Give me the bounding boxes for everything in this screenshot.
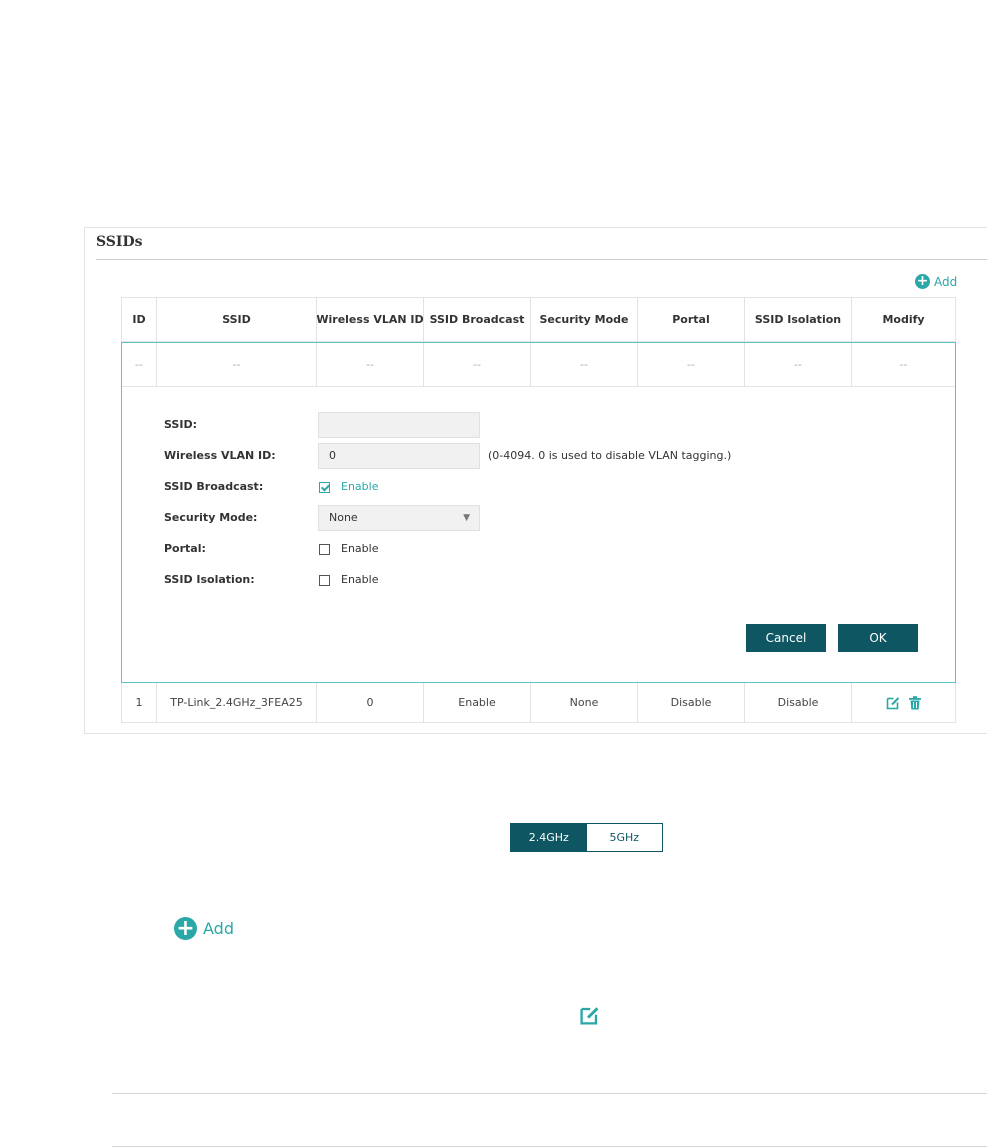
cell-broadcast: Enable <box>424 683 531 723</box>
col-modify: Modify <box>852 297 956 342</box>
broadcast-option: Enable <box>341 480 379 493</box>
cell-placeholder: -- <box>157 342 317 387</box>
ssid-label: SSID: <box>164 418 197 431</box>
add-ssid-button[interactable]: + Add <box>915 274 957 289</box>
broadcast-label: SSID Broadcast: <box>164 480 264 493</box>
cancel-button[interactable]: Cancel <box>746 624 826 652</box>
caret-down-icon: ▼ <box>463 513 470 523</box>
ssid-input[interactable] <box>318 412 480 438</box>
broadcast-checkbox[interactable] <box>319 482 330 493</box>
tab-5ghz[interactable]: 5GHz <box>586 824 662 851</box>
title-divider <box>96 259 987 260</box>
isolation-checkbox[interactable] <box>319 575 330 586</box>
col-vlan: Wireless VLAN ID <box>317 297 424 342</box>
cell-placeholder: -- <box>852 342 956 387</box>
cell-placeholder: -- <box>121 342 157 387</box>
edit-icon[interactable] <box>885 695 901 711</box>
table-row: 1 TP-Link_2.4GHz_3FEA25 0 Enable None Di… <box>121 683 956 723</box>
cell-portal: Disable <box>638 683 745 723</box>
security-mode-label: Security Mode: <box>164 511 258 524</box>
cell-modify <box>852 683 956 723</box>
plus-circle-icon: + <box>174 917 197 940</box>
portal-label: Portal: <box>164 542 206 555</box>
divider <box>112 1093 987 1094</box>
cell-id: 1 <box>121 683 157 723</box>
add-button[interactable]: + Add <box>174 917 234 940</box>
divider <box>112 1146 987 1147</box>
ssid-edit-form: SSID: Wireless VLAN ID: 0 (0-4094. 0 is … <box>121 387 956 683</box>
portal-checkbox[interactable] <box>319 544 330 555</box>
tab-2-4ghz[interactable]: 2.4GHz <box>511 824 587 851</box>
plus-circle-icon: + <box>915 273 930 289</box>
col-security: Security Mode <box>531 297 638 342</box>
band-toggle: 2.4GHz 5GHz <box>510 823 663 852</box>
cell-vlan: 0 <box>317 683 424 723</box>
cell-placeholder: -- <box>424 342 531 387</box>
table-row-new: -- -- -- -- -- -- -- -- <box>121 342 956 387</box>
isolation-option: Enable <box>341 573 379 586</box>
vlan-id-input[interactable]: 0 <box>318 443 480 469</box>
vlan-id-hint: (0-4094. 0 is used to disable VLAN taggi… <box>488 449 732 462</box>
cell-isolation: Disable <box>745 683 852 723</box>
isolation-label: SSID Isolation: <box>164 573 255 586</box>
security-mode-value: None <box>329 511 358 524</box>
security-mode-select[interactable]: None ▼ <box>318 505 480 531</box>
panel-title: SSIDs <box>96 234 143 250</box>
col-ssid: SSID <box>157 297 317 342</box>
edit-icon[interactable] <box>578 1004 601 1027</box>
cell-placeholder: -- <box>638 342 745 387</box>
portal-option: Enable <box>341 542 379 555</box>
col-portal: Portal <box>638 297 745 342</box>
cell-ssid: TP-Link_2.4GHz_3FEA25 <box>157 683 317 723</box>
col-isolation: SSID Isolation <box>745 297 852 342</box>
col-broadcast: SSID Broadcast <box>424 297 531 342</box>
vlan-id-label: Wireless VLAN ID: <box>164 449 276 462</box>
table-header: ID SSID Wireless VLAN ID SSID Broadcast … <box>121 297 956 342</box>
cell-placeholder: -- <box>317 342 424 387</box>
cell-security: None <box>531 683 638 723</box>
col-id: ID <box>121 297 157 342</box>
cell-placeholder: -- <box>745 342 852 387</box>
add-label: Add <box>934 274 958 289</box>
ssids-panel: SSIDs + Add ID SSID Wireless VLAN ID SSI… <box>84 227 987 734</box>
add-label: Add <box>203 919 234 938</box>
trash-icon[interactable] <box>907 695 923 711</box>
cell-placeholder: -- <box>531 342 638 387</box>
ok-button[interactable]: OK <box>838 624 918 652</box>
ssid-table: ID SSID Wireless VLAN ID SSID Broadcast … <box>121 297 956 723</box>
